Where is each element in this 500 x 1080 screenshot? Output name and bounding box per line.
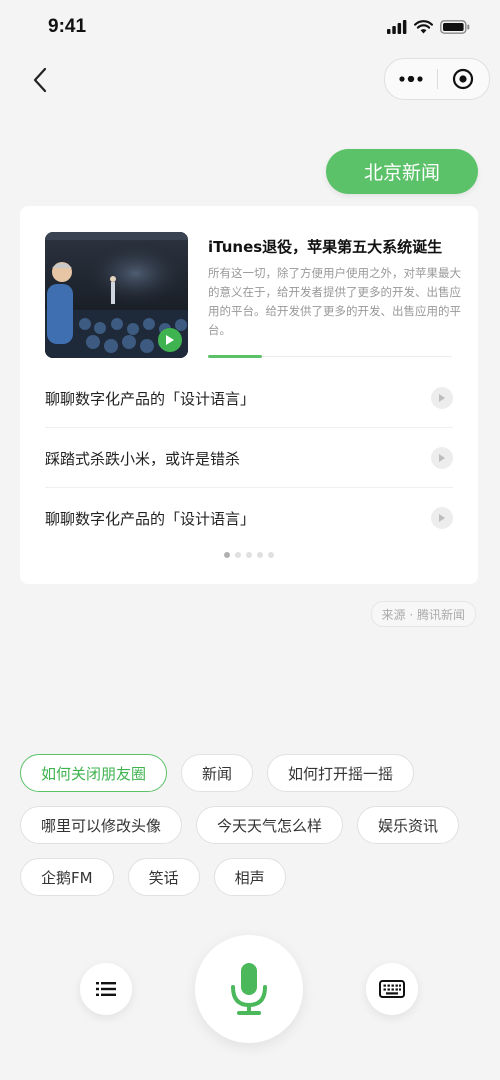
playback-progress[interactable] (208, 355, 452, 358)
news-card: iTunes退役，苹果第五大系统诞生 所有这一切，除了方便用户使用之外，对苹果最… (20, 206, 478, 584)
pagination-dot (268, 552, 274, 558)
pagination-dot (224, 552, 230, 558)
pagination-dot (246, 552, 252, 558)
news-item[interactable]: 聊聊数字化产品的「设计语言」 (45, 489, 453, 547)
back-button[interactable] (24, 62, 56, 98)
chevron-left-icon (33, 67, 47, 93)
feature-title[interactable]: iTunes退役，苹果第五大系统诞生 (208, 236, 442, 257)
playback-progress-fill (208, 355, 262, 358)
news-item[interactable]: 踩踏式杀跌小米，或许是错杀 (45, 429, 453, 488)
keyboard-input-button[interactable] (366, 963, 418, 1015)
suggestion-chip[interactable]: 相声 (213, 858, 286, 896)
suggestion-chips: 如何关闭朋友圈 新闻 如何打开摇一摇哪里可以修改头像 今天天气怎么样 娱乐资讯企鹅FM 笑… (20, 754, 480, 896)
feature-thumbnail[interactable] (45, 232, 188, 358)
status-time: 9:41 (48, 16, 87, 37)
signal-icon (387, 20, 407, 34)
suggestion-chip[interactable]: 企鹅FM (20, 858, 114, 896)
query-bubble[interactable]: 北京新闻 (326, 149, 478, 194)
pagination-dot (257, 552, 263, 558)
news-item-title: 聊聊数字化产品的「设计语言」 (45, 389, 256, 408)
news-item-title: 踩踏式杀跌小米，或许是错杀 (45, 449, 241, 468)
status-icons (387, 20, 470, 34)
play-icon (439, 454, 445, 462)
news-item-play-button[interactable] (431, 507, 453, 529)
close-program-button[interactable] (438, 59, 490, 99)
wifi-icon (414, 20, 433, 34)
news-item-play-button[interactable] (431, 387, 453, 409)
play-icon (439, 394, 445, 402)
microphone-icon (231, 963, 267, 1015)
source-tag: 来源 · 腾讯新闻 (370, 601, 476, 627)
voice-input-button[interactable] (195, 935, 303, 1043)
suggestion-chip[interactable]: 新闻 (181, 754, 254, 792)
suggestion-chip[interactable]: 哪里可以修改头像 (20, 806, 183, 844)
play-icon (439, 514, 445, 522)
suggestion-chip[interactable]: 如何关闭朋友圈 (20, 754, 168, 792)
mini-program-capsule (384, 58, 490, 100)
play-button[interactable] (158, 328, 182, 352)
suggestion-chip[interactable]: 娱乐资讯 (357, 806, 460, 844)
news-item-title: 聊聊数字化产品的「设计语言」 (45, 509, 256, 528)
suggestion-chip[interactable]: 笑话 (127, 858, 200, 896)
feature-description: 所有这一切，除了方便用户使用之外，对苹果最大的意义在于，给开发者提供了更多的开发… (208, 266, 461, 337)
more-dots-icon (399, 76, 423, 82)
news-item-play-button[interactable] (431, 447, 453, 469)
news-item[interactable]: 聊聊数字化产品的「设计语言」 (45, 369, 453, 428)
more-button[interactable] (385, 59, 437, 99)
suggestion-chip[interactable]: 如何打开摇一摇 (267, 754, 415, 792)
keyboard-icon (379, 980, 405, 998)
history-list-button[interactable] (80, 963, 132, 1015)
list-icon (96, 982, 116, 996)
pagination-dots (20, 552, 478, 558)
play-icon (166, 335, 174, 345)
target-icon (453, 68, 474, 90)
pagination-dot (235, 552, 241, 558)
battery-icon (440, 20, 470, 34)
suggestion-chip[interactable]: 今天天气怎么样 (196, 806, 344, 844)
